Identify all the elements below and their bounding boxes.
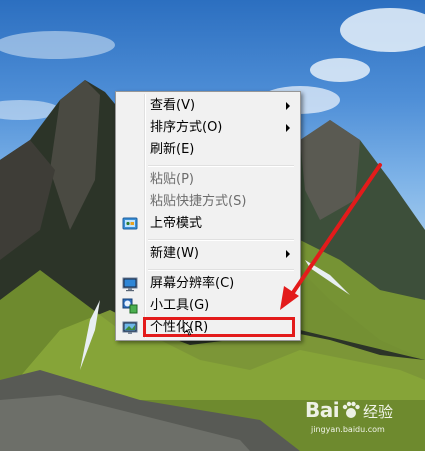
watermark-url: jingyan.baidu.com xyxy=(311,425,385,434)
watermark-logo: Bai xyxy=(305,398,340,422)
watermark-suffix: 经验 xyxy=(363,403,394,421)
baidu-watermark: Bai 经验 jingyan.baidu.com xyxy=(305,398,423,448)
paw-icon xyxy=(342,401,360,418)
annotation-arrow xyxy=(280,163,382,310)
